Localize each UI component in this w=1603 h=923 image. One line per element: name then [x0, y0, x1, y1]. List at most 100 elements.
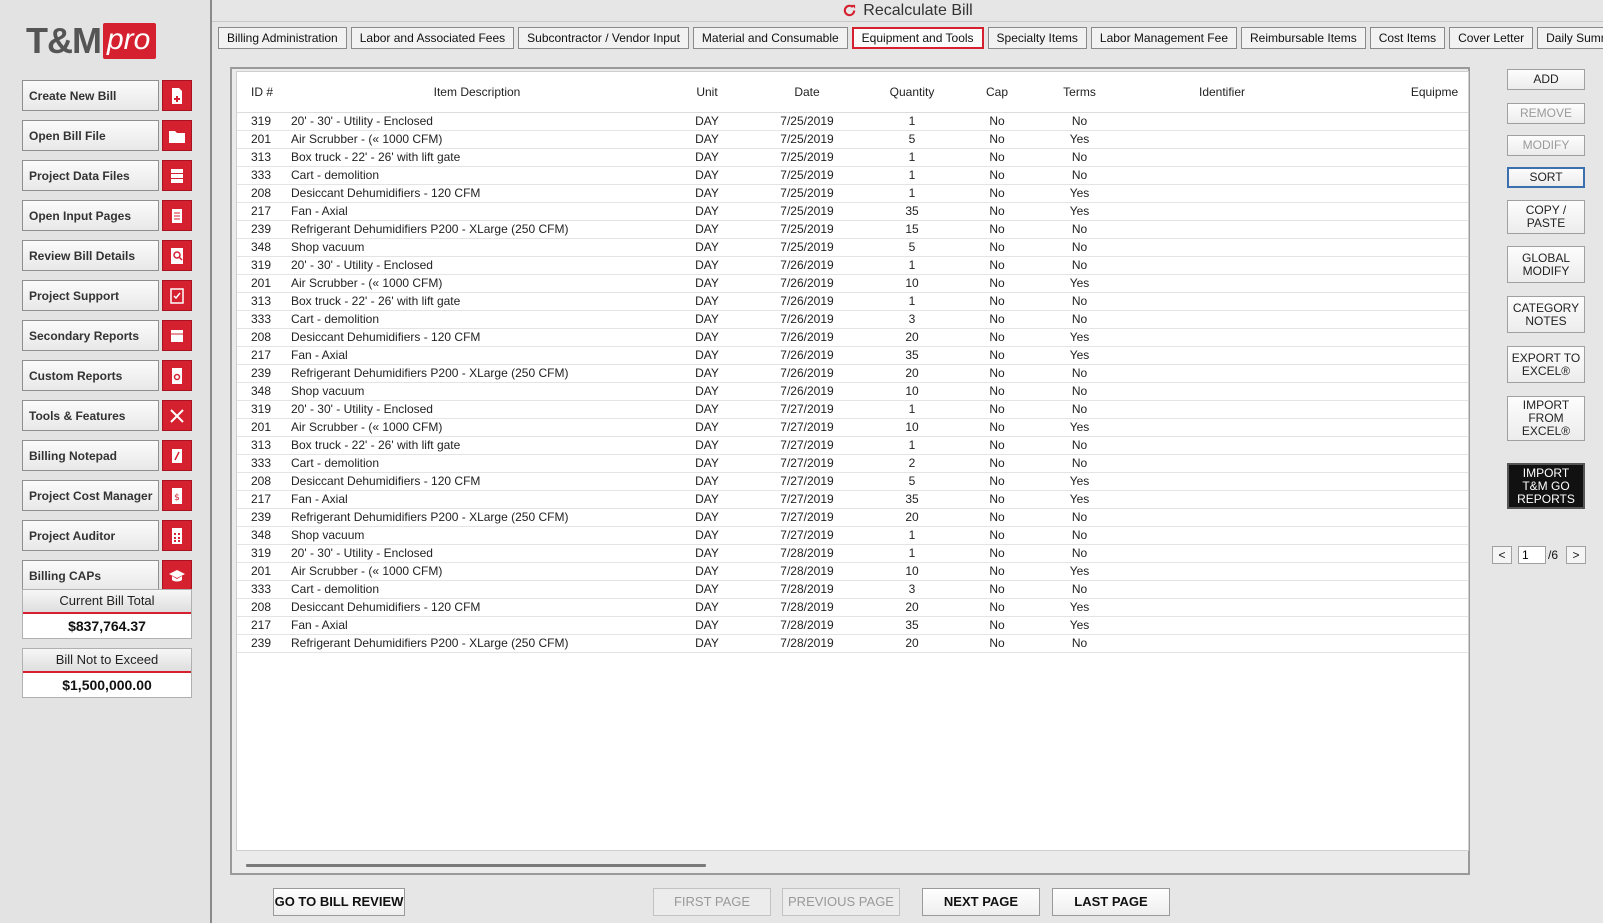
table-row[interactable]: 333 Cart - demolition DAY 7/25/2019 1 No No [237, 166, 1468, 185]
horizontal-scrollbar[interactable] [246, 864, 706, 867]
table-row[interactable]: 217 Fan - Axial DAY 7/25/2019 35 No Yes [237, 202, 1468, 221]
first-page-button[interactable]: FIRST PAGE [653, 888, 771, 916]
tab-cover-letter[interactable]: Cover Letter [1449, 27, 1534, 49]
sidebar-item-label[interactable]: Secondary Reports [22, 320, 159, 351]
table-row[interactable]: 201 Air Scrubber - (« 1000 CFM) DAY 7/27/20… [237, 418, 1468, 437]
sidebar-item-label[interactable]: Project Data Files [22, 160, 159, 191]
table-row[interactable]: 313 Box truck - 22' - 26' with lift gate D… [237, 148, 1468, 167]
tab-billing-administration[interactable]: Billing Administration [218, 27, 347, 49]
tools-icon[interactable] [162, 400, 192, 431]
gear-document-icon[interactable] [162, 360, 192, 391]
tab-equipment-and-tools[interactable]: Equipment and Tools [851, 27, 984, 49]
table-row[interactable]: 217 Fan - Axial DAY 7/26/2019 35 No Yes [237, 346, 1468, 365]
remove-button[interactable]: REMOVE [1507, 103, 1585, 124]
table-row[interactable]: 208 Desiccant Dehumidifiers - 120 CFM DAY 7… [237, 328, 1468, 347]
sidebar-item-project-data-files[interactable]: Project Data Files [22, 160, 192, 191]
column-header[interactable]: ID # [237, 72, 287, 113]
table-row[interactable]: 333 Cart - demolition DAY 7/28/2019 3 No No [237, 580, 1468, 599]
sidebar-item-label[interactable]: Billing Notepad [22, 440, 159, 471]
sidebar-item-project-support[interactable]: Project Support [22, 280, 192, 311]
table-row[interactable]: 239 Refrigerant Dehumidifiers P200 - XLar… [237, 364, 1468, 383]
table-row[interactable]: 319 20' - 30' - Utility - Enclosed DAY 7/26… [237, 256, 1468, 275]
notepad-icon[interactable] [162, 440, 192, 471]
export-to-excel-button[interactable]: EXPORT TO EXCEL® [1507, 346, 1585, 383]
import-tm-go-reports-button[interactable]: IMPORT T&M GO REPORTS [1507, 463, 1585, 509]
table-row[interactable]: 201 Air Scrubber - (« 1000 CFM) DAY 7/25/20… [237, 130, 1468, 149]
column-header[interactable]: Date [747, 72, 867, 113]
tab-subcontractor-vendor-input[interactable]: Subcontractor / Vendor Input [518, 27, 689, 49]
dollar-document-icon[interactable]: $ [162, 480, 192, 511]
table-row[interactable]: 333 Cart - demolition DAY 7/26/2019 3 No No [237, 310, 1468, 329]
sort-button[interactable]: SORT [1507, 167, 1585, 188]
modify-button[interactable]: MODIFY [1507, 135, 1585, 156]
table-row[interactable]: 313 Box truck - 22' - 26' with lift gate D… [237, 436, 1468, 455]
table-row[interactable]: 348 Shop vacuum DAY 7/25/2019 5 No No [237, 238, 1468, 257]
table-row[interactable]: 208 Desiccant Dehumidifiers - 120 CFM DAY 7… [237, 184, 1468, 203]
sidebar-item-secondary-reports[interactable]: Secondary Reports [22, 320, 192, 351]
sidebar-item-review-bill-details[interactable]: Review Bill Details [22, 240, 192, 271]
database-icon[interactable] [162, 160, 192, 191]
table-row[interactable]: 319 20' - 30' - Utility - Enclosed DAY 7/28… [237, 544, 1468, 563]
previous-page-button[interactable]: PREVIOUS PAGE [782, 888, 900, 916]
graduation-cap-icon[interactable] [162, 560, 192, 591]
input-pages-icon[interactable] [162, 200, 192, 231]
next-page-button[interactable]: NEXT PAGE [922, 888, 1040, 916]
sidebar-item-label[interactable]: Custom Reports [22, 360, 159, 391]
category-notes-button[interactable]: CATEGORY NOTES [1507, 296, 1585, 333]
pager-next-button[interactable]: > [1566, 546, 1587, 564]
report-icon[interactable] [162, 320, 192, 351]
table-row[interactable]: 319 20' - 30' - Utility - Enclosed DAY 7/25… [237, 112, 1468, 131]
table-row[interactable]: 208 Desiccant Dehumidifiers - 120 CFM DAY 7… [237, 598, 1468, 617]
page-number-input[interactable] [1518, 546, 1546, 564]
sidebar-item-label[interactable]: Tools & Features [22, 400, 159, 431]
add-button[interactable]: ADD [1507, 69, 1585, 90]
sidebar-item-tools-features[interactable]: Tools & Features [22, 400, 192, 431]
last-page-button[interactable]: LAST PAGE [1052, 888, 1170, 916]
column-header[interactable]: Quantity [867, 72, 957, 113]
sidebar-item-open-bill-file[interactable]: Open Bill File [22, 120, 192, 151]
column-header[interactable]: Equipme [1322, 72, 1468, 113]
sidebar-item-label[interactable]: Open Input Pages [22, 200, 159, 231]
sidebar-item-open-input-pages[interactable]: Open Input Pages [22, 200, 192, 231]
tab-reimbursable-items[interactable]: Reimbursable Items [1241, 27, 1366, 49]
equipment-grid[interactable]: ID # Item Description Unit Date Quantity Cap T… [236, 71, 1469, 851]
go-to-bill-review-button[interactable]: GO TO BILL REVIEW [273, 888, 405, 916]
column-header[interactable]: Identifier [1122, 72, 1322, 113]
sidebar-item-project-cost-manager[interactable]: Project Cost Manager $ [22, 480, 192, 511]
table-row[interactable]: 239 Refrigerant Dehumidifiers P200 - XLar… [237, 634, 1468, 653]
table-row[interactable]: 239 Refrigerant Dehumidifiers P200 - XLar… [237, 508, 1468, 527]
column-header[interactable]: Unit [667, 72, 747, 113]
table-row[interactable]: 348 Shop vacuum DAY 7/27/2019 1 No No [237, 526, 1468, 545]
sidebar-item-billing-caps[interactable]: Billing CAPs [22, 560, 192, 591]
tab-daily-summary[interactable]: Daily Summary [1537, 27, 1603, 49]
sidebar-item-create-new-bill[interactable]: Create New Bill [22, 80, 192, 111]
copy-paste-button[interactable]: COPY / PASTE [1507, 200, 1585, 234]
table-row[interactable]: 201 Air Scrubber - (« 1000 CFM) DAY 7/26/20… [237, 274, 1468, 293]
folder-icon[interactable] [162, 120, 192, 151]
import-from-excel-button[interactable]: IMPORT FROM EXCEL® [1507, 396, 1585, 441]
sidebar-item-project-auditor[interactable]: Project Auditor [22, 520, 192, 551]
pager-prev-button[interactable]: < [1492, 546, 1512, 564]
calculator-icon[interactable] [162, 520, 192, 551]
column-header[interactable]: Item Description [287, 72, 667, 113]
sidebar-item-billing-notepad[interactable]: Billing Notepad [22, 440, 192, 471]
sidebar-item-label[interactable]: Review Bill Details [22, 240, 159, 271]
table-row[interactable]: 333 Cart - demolition DAY 7/27/2019 2 No No [237, 454, 1468, 473]
tab-specialty-items[interactable]: Specialty Items [987, 27, 1087, 49]
global-modify-button[interactable]: GLOBAL MODIFY [1507, 246, 1585, 283]
table-row[interactable]: 239 Refrigerant Dehumidifiers P200 - XLar… [237, 220, 1468, 239]
tab-labor-management-fee[interactable]: Labor Management Fee [1090, 27, 1237, 49]
sidebar-item-label[interactable]: Billing CAPs [22, 560, 159, 591]
column-header[interactable]: Terms [1037, 72, 1122, 113]
sidebar-item-label[interactable]: Create New Bill [22, 80, 159, 111]
recalculate-bill-button[interactable]: Recalculate Bill [212, 0, 1603, 22]
table-row[interactable]: 348 Shop vacuum DAY 7/26/2019 10 No No [237, 382, 1468, 401]
column-header[interactable]: Cap [957, 72, 1037, 113]
table-row[interactable]: 217 Fan - Axial DAY 7/27/2019 35 No Yes [237, 490, 1468, 509]
table-row[interactable]: 208 Desiccant Dehumidifiers - 120 CFM DAY 7… [237, 472, 1468, 491]
magnifier-icon[interactable] [162, 240, 192, 271]
new-document-icon[interactable] [162, 80, 192, 111]
sidebar-item-custom-reports[interactable]: Custom Reports [22, 360, 192, 391]
checklist-icon[interactable] [162, 280, 192, 311]
sidebar-item-label[interactable]: Project Auditor [22, 520, 159, 551]
